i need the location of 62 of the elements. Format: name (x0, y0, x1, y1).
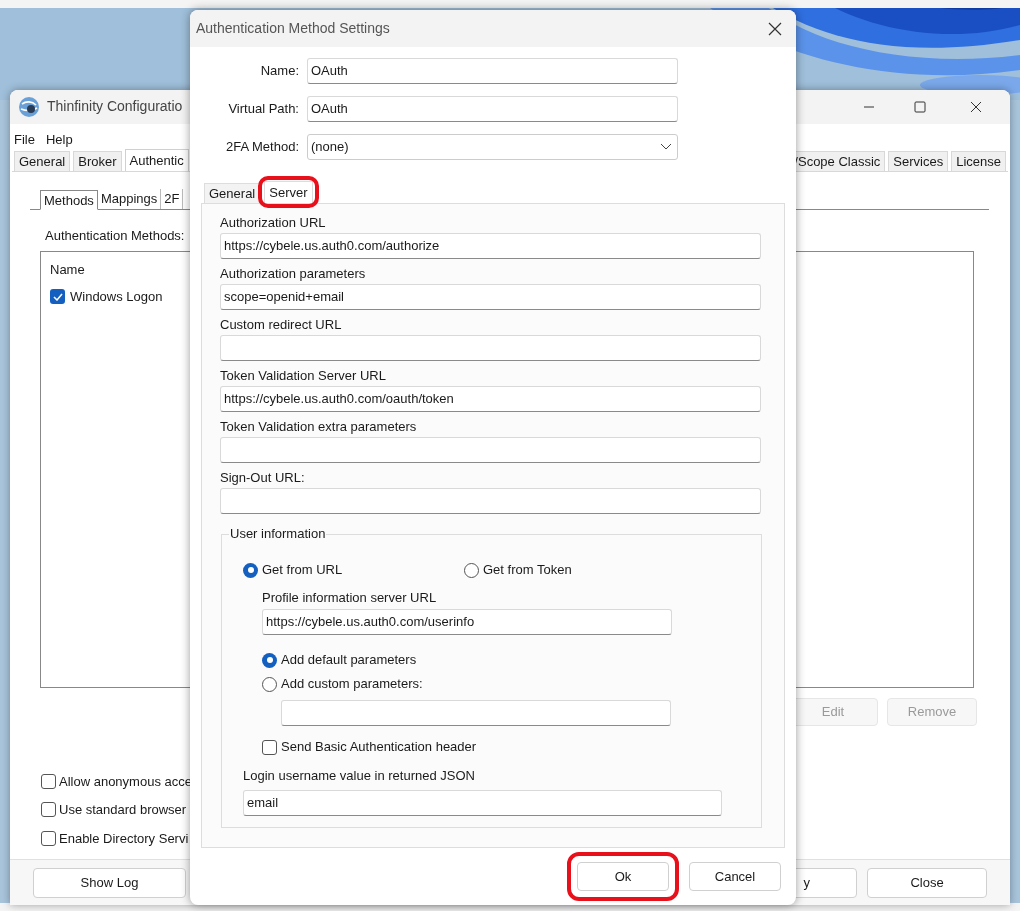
radio-label: Get from URL (262, 562, 343, 578)
field-label: Profile information server URL (262, 590, 437, 606)
dropdown[interactable]: (none) (307, 134, 678, 160)
button[interactable]: Cancel (689, 862, 781, 891)
field-label: Sign-Out URL: (220, 470, 305, 485)
tab[interactable]: Methods (40, 190, 98, 210)
field-label: Authorization parameters (220, 266, 366, 281)
field-label: 2FA Method: (225, 138, 299, 157)
field-label: Login username value in returned JSON (243, 768, 475, 784)
radio-button[interactable] (243, 562, 258, 578)
input-field[interactable]: https://cybele.us.auth0.com/userinfo (262, 609, 672, 635)
radio-button[interactable] (262, 652, 277, 668)
field-label: Virtual Path: (227, 100, 299, 119)
input-field[interactable]: scope=openid+email (220, 284, 761, 310)
checkbox[interactable] (41, 830, 56, 846)
button[interactable]: Ok (577, 862, 669, 891)
input-field[interactable] (220, 488, 761, 514)
field-label: Custom redirect URL (220, 317, 342, 332)
checkbox-label: Send Basic Authentication header (281, 739, 477, 755)
tab[interactable]: Services (888, 151, 949, 171)
field-label: Authorization URL (220, 215, 326, 230)
tab[interactable]: Authentic (124, 149, 189, 171)
input-field[interactable]: https://cybele.us.auth0.com/oauth/token (220, 386, 761, 412)
input-field[interactable]: OAuth (307, 58, 678, 84)
checkbox[interactable] (50, 289, 65, 305)
dialog-title: Authentication Method Settings (196, 19, 390, 38)
radio-button[interactable] (464, 562, 479, 578)
checkbox[interactable] (262, 739, 277, 755)
radio-label: Get from Token (483, 562, 572, 578)
tab[interactable]: Broker (73, 151, 122, 171)
tab[interactable]: 2F (161, 189, 184, 209)
window-title: Thinfinity Configuratio (47, 97, 183, 117)
field-label: Name: (259, 62, 299, 81)
button[interactable]: Close (867, 867, 987, 898)
checkbox-label: Enable Directory Servi (59, 829, 189, 848)
checkbox-label: Use standard browser (59, 801, 187, 819)
input-field[interactable] (220, 335, 761, 361)
close-icon[interactable] (767, 20, 783, 37)
field-label: Token Validation extra parameters (220, 419, 417, 434)
input-field[interactable]: email (243, 790, 722, 816)
field-label: Token Validation Server URL (220, 368, 386, 383)
menu-item[interactable]: File (14, 129, 35, 149)
tab[interactable]: License (951, 151, 1006, 171)
radio-label: Add default parameters (281, 652, 417, 668)
list-item[interactable]: Windows Logon (70, 287, 163, 307)
button[interactable]: Show Log (33, 867, 186, 898)
radio-button[interactable] (262, 676, 277, 692)
section-label: Authentication Methods: (45, 227, 185, 245)
input-field[interactable] (281, 700, 671, 726)
input-field[interactable] (220, 437, 761, 463)
column-header: Name (50, 260, 85, 279)
chevron-down-icon (660, 143, 672, 151)
checkbox[interactable] (41, 802, 56, 818)
menu-item[interactable]: Help (45, 129, 73, 149)
checkbox[interactable] (41, 773, 56, 789)
tab[interactable]: General (14, 151, 71, 171)
tab[interactable]: Server (264, 181, 313, 203)
input-field[interactable]: https://cybele.us.auth0.com/authorize (220, 233, 761, 259)
radio-label: Add custom parameters: (281, 676, 423, 692)
tab[interactable]: Mappings (97, 189, 162, 209)
input-field[interactable]: OAuth (307, 96, 678, 122)
tab[interactable]: General (204, 182, 261, 203)
